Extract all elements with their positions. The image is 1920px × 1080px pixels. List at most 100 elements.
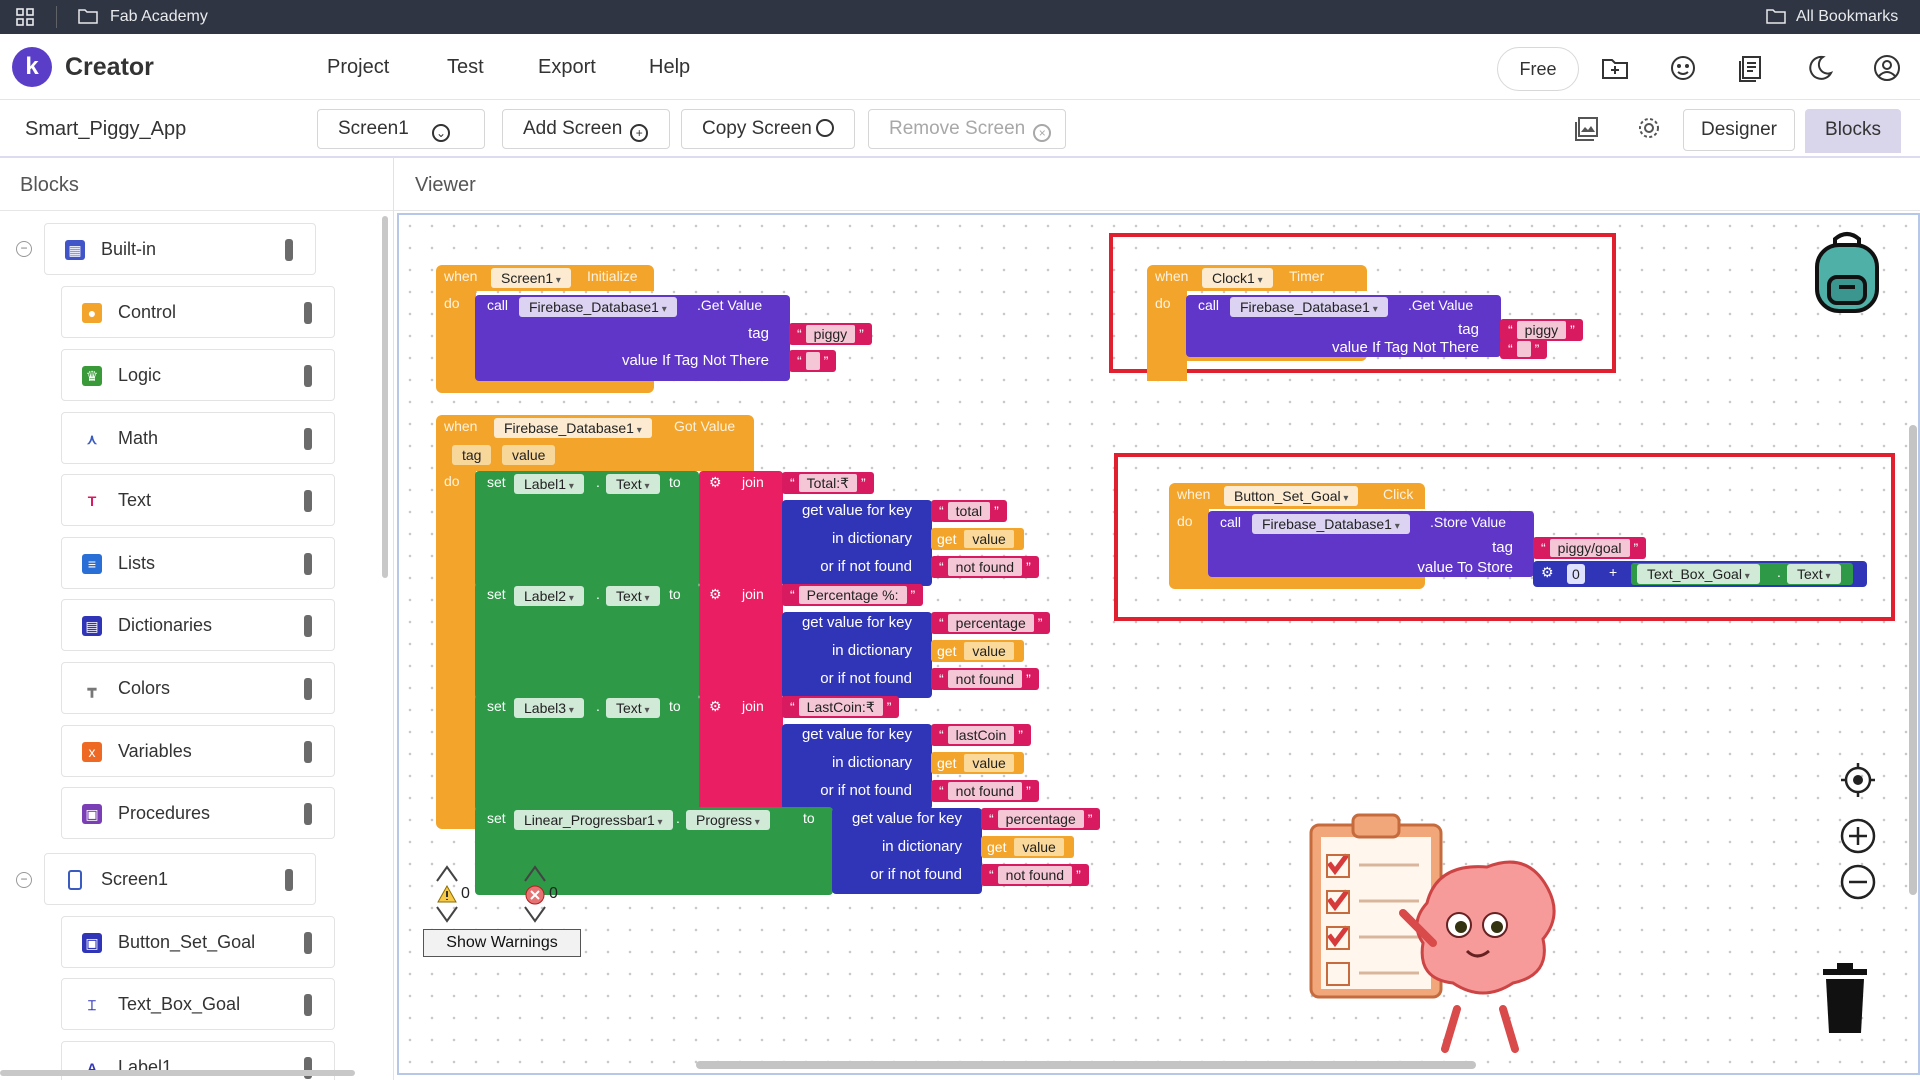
workspace-vertical-scrollbar[interactable] <box>1909 425 1917 895</box>
string-value[interactable]: total <box>947 502 991 520</box>
menu-test[interactable]: Test <box>447 56 484 79</box>
gear-icon[interactable]: ⚙ <box>709 698 722 715</box>
menu-help[interactable]: Help <box>649 56 690 79</box>
drag-handle-icon[interactable] <box>304 678 312 700</box>
property-dropdown[interactable]: Text <box>1787 564 1841 584</box>
zoom-in-icon[interactable] <box>1839 817 1877 855</box>
component-dropdown[interactable]: Firebase_Database1 <box>494 418 652 438</box>
all-bookmarks-link[interactable]: All Bookmarks <box>1796 8 1898 26</box>
string-value-empty[interactable] <box>805 352 820 370</box>
collapse-builtin-icon[interactable]: − <box>16 241 32 257</box>
string-block[interactable]: “total” <box>931 500 1007 522</box>
image-icon[interactable] <box>1575 115 1601 141</box>
clock1-dropdown[interactable]: Clock1 <box>1202 268 1273 288</box>
string-block[interactable]: “piggy” <box>789 323 872 345</box>
drag-handle-icon[interactable] <box>304 741 312 763</box>
workspace-horizontal-scrollbar[interactable] <box>696 1061 1476 1069</box>
bookmark-fab-academy[interactable]: Fab Academy <box>110 8 208 26</box>
tree-dictionaries[interactable]: ▤ Dictionaries <box>61 599 335 651</box>
gallery-icon[interactable] <box>1668 53 1698 83</box>
gear-icon[interactable]: ⚙ <box>709 586 722 603</box>
variable-dropdown[interactable]: value <box>964 642 1014 660</box>
param-tag[interactable]: tag <box>452 445 492 465</box>
set-label1-text[interactable] <box>475 471 699 587</box>
get-value-block[interactable]: get value <box>931 528 1024 550</box>
apps-grid-icon[interactable] <box>16 8 34 26</box>
tree-procedures[interactable]: ▣ Procedures <box>61 787 335 839</box>
string-value[interactable]: percentage <box>947 614 1034 632</box>
gear-icon[interactable]: ⚙ <box>709 474 722 491</box>
string-block[interactable]: “not found” <box>931 556 1039 578</box>
string-block[interactable]: “Total:₹” <box>782 472 874 494</box>
error-next-arrow-icon[interactable] <box>523 905 547 925</box>
string-value[interactable]: not found <box>997 866 1073 884</box>
tree-button-set-goal[interactable]: ▣ Button_Set_Goal <box>61 916 335 968</box>
label1-dropdown[interactable]: Label1 <box>514 474 584 494</box>
string-block[interactable]: “Percentage %:” <box>782 584 924 606</box>
remove-screen-button[interactable]: Remove Screen × <box>868 109 1066 149</box>
component-dropdown[interactable]: Screen1 <box>491 268 571 288</box>
docs-icon[interactable] <box>1736 53 1766 83</box>
string-block[interactable]: “LastCoin:₹” <box>782 696 900 718</box>
zoom-out-icon[interactable] <box>1839 863 1877 901</box>
screen-select[interactable]: Screen1 ⌄ <box>317 109 485 149</box>
backpack-icon[interactable] <box>1807 229 1887 315</box>
firebase-dropdown[interactable]: Firebase_Database1 <box>1230 297 1388 317</box>
drag-handle-icon[interactable] <box>304 302 312 324</box>
drag-handle-icon[interactable] <box>304 365 312 387</box>
string-value[interactable]: not found <box>947 670 1023 688</box>
string-block[interactable]: “lastCoin” <box>931 724 1031 746</box>
string-value-empty[interactable] <box>1516 341 1531 357</box>
drag-handle-icon[interactable] <box>304 615 312 637</box>
string-value[interactable]: not found <box>947 558 1023 576</box>
param-value[interactable]: value <box>502 445 556 465</box>
string-block[interactable]: “not found” <box>981 864 1089 886</box>
menu-export[interactable]: Export <box>538 56 596 79</box>
panel-scrollbar[interactable] <box>382 216 388 578</box>
set-label3-text[interactable] <box>475 695 699 811</box>
drag-handle-icon[interactable] <box>304 994 312 1016</box>
add-screen-button[interactable]: Add Screen + <box>502 109 670 149</box>
get-value-block[interactable]: get value <box>981 836 1074 858</box>
tree-screen1[interactable]: Screen1 <box>44 853 316 905</box>
string-block[interactable]: “not found” <box>931 780 1039 802</box>
tree-text-box-goal[interactable]: ⌶ Text_Box_Goal <box>61 978 335 1030</box>
firebase-dropdown[interactable]: Firebase_Database1 <box>519 297 677 317</box>
string-value[interactable]: percentage <box>997 810 1084 828</box>
label2-dropdown[interactable]: Label2 <box>514 586 584 606</box>
warning-prev-arrow-icon[interactable] <box>435 863 459 883</box>
free-plan-button[interactable]: Free <box>1497 47 1579 91</box>
string-block-empty[interactable]: “ ” <box>1500 339 1548 359</box>
drag-handle-icon[interactable] <box>304 803 312 825</box>
string-block[interactable]: “not found” <box>931 668 1039 690</box>
show-warnings-button[interactable]: Show Warnings <box>423 929 581 957</box>
designer-tab[interactable]: Designer <box>1683 109 1795 151</box>
property-dropdown[interactable]: Text <box>606 698 660 718</box>
copy-screen-button[interactable]: Copy Screen <box>681 109 855 149</box>
blocks-tab[interactable]: Blocks <box>1805 109 1901 153</box>
string-value[interactable]: LastCoin:₹ <box>798 698 883 716</box>
string-value[interactable]: not found <box>947 782 1023 800</box>
tree-text[interactable]: T Text <box>61 474 335 526</box>
gear-icon[interactable]: ⚙ <box>1541 564 1554 581</box>
error-prev-arrow-icon[interactable] <box>523 863 547 883</box>
drag-handle-icon[interactable] <box>304 932 312 954</box>
string-value[interactable]: lastCoin <box>947 726 1015 744</box>
string-value[interactable]: piggy <box>1516 321 1567 339</box>
get-value-block[interactable]: get value <box>931 640 1024 662</box>
moon-icon[interactable] <box>1804 53 1834 83</box>
tree-math[interactable]: ⋏ Math <box>61 412 335 464</box>
tree-logic[interactable]: ♛ Logic <box>61 349 335 401</box>
property-dropdown[interactable]: Text <box>606 586 660 606</box>
number-block[interactable]: 0 <box>1567 564 1585 584</box>
tree-control[interactable]: ● Control <box>61 286 335 338</box>
account-icon[interactable] <box>1872 53 1902 83</box>
firebase-dropdown[interactable]: Firebase_Database1 <box>1252 514 1410 534</box>
button-dropdown[interactable]: Button_Set_Goal <box>1224 486 1359 506</box>
property-dropdown[interactable]: Progress <box>686 810 770 830</box>
drag-handle-icon[interactable] <box>304 553 312 575</box>
string-value[interactable]: piggy <box>805 325 856 343</box>
tree-colors[interactable]: ┳ Colors <box>61 662 335 714</box>
creator-logo[interactable]: k <box>12 47 52 87</box>
variable-dropdown[interactable]: value <box>1014 838 1064 856</box>
